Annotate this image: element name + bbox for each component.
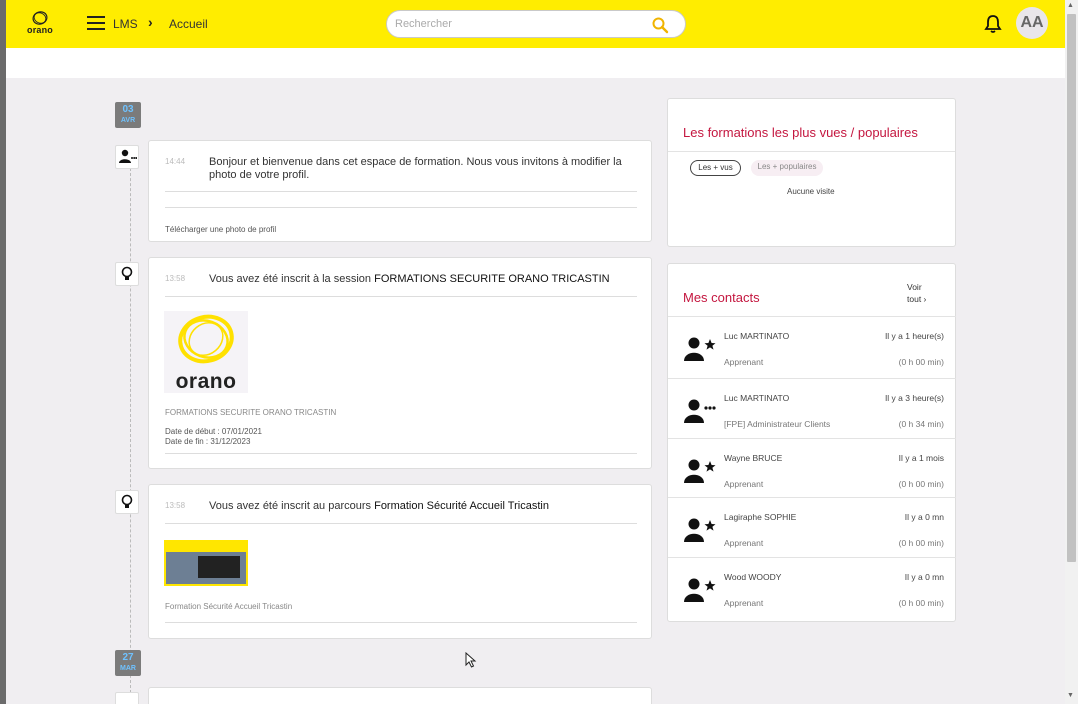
timeline-card-session: 13:58 Vous avez été inscrit à la session… (148, 257, 652, 469)
search-icon[interactable] (651, 16, 669, 34)
search-placeholder: Rechercher (395, 18, 452, 30)
contacts-panel: Mes contacts Voir tout › Luc MARTINATO I… (667, 263, 956, 622)
end-date: Date de fin : 31/12/2023 (165, 437, 251, 446)
scrollbar-thumb[interactable] (1067, 14, 1076, 562)
contact-duration: (0 h 34 min) (898, 419, 944, 429)
contact-last-seen: Il y a 0 mn (904, 572, 944, 582)
divider (165, 523, 637, 524)
timeline-card-course: 13:58 Vous avez été inscrit au parcours … (148, 484, 652, 639)
date-month: MAR (120, 665, 136, 672)
user-dots-icon (115, 145, 139, 169)
contact-last-seen: Il y a 1 heure(s) (884, 331, 944, 341)
contact-role: Apprenant (724, 598, 764, 608)
image-logo-text: orano (175, 370, 237, 393)
timeline-card-welcome: 14:44 Bonjour et bienvenue dans cet espa… (148, 140, 652, 242)
course-name[interactable]: Formation Sécurité Accueil Tricastin (374, 500, 549, 512)
contact-role: Apprenant (724, 479, 764, 489)
scroll-down-arrow-icon[interactable]: ▼ (1067, 692, 1074, 699)
contact-name: Wayne BRUCE (724, 453, 783, 463)
session-caption: FORMATIONS SECURITE ORANO TRICASTIN (165, 408, 337, 417)
timestamp: 13:58 (165, 274, 186, 283)
see-all-link[interactable]: Voir (907, 282, 922, 292)
mouse-cursor-icon (465, 652, 477, 668)
popular-title: Les formations les plus vues / populaire… (683, 125, 918, 140)
contact-name: Lagiraphe SOPHIE (724, 512, 797, 522)
popular-panel: Les formations les plus vues / populaire… (667, 98, 956, 247)
contact-duration: (0 h 00 min) (898, 538, 944, 548)
course-thumbnail[interactable] (164, 540, 248, 586)
avatar[interactable]: AA (1016, 7, 1048, 39)
session-message-prefix: Vous avez été inscrit à la session (209, 273, 375, 285)
search-input[interactable]: Rechercher (386, 10, 686, 38)
timeline-line (130, 158, 131, 698)
contact-name: Luc MARTINATO (724, 393, 790, 403)
session-image[interactable]: orano (164, 311, 248, 393)
lightbulb-icon (115, 692, 139, 704)
breadcrumb-lms[interactable]: LMS (113, 17, 138, 31)
breadcrumb-current: Accueil (169, 17, 208, 31)
tab-most-popular[interactable]: Les + populaires (751, 160, 823, 176)
session-message: Vous avez été inscrit à la session FORMA… (209, 273, 639, 286)
date-badge: 03 AVR (115, 102, 141, 128)
contact-role: Apprenant (724, 357, 764, 367)
orano-ring-icon (178, 314, 234, 364)
timestamp: 13:58 (165, 501, 186, 510)
bell-icon[interactable] (984, 14, 1002, 34)
welcome-message: Bonjour et bienvenue dans cet espace de … (209, 156, 622, 181)
contact-row[interactable]: Lagiraphe SOPHIE Il y a 0 mn Apprenant (… (668, 497, 956, 556)
session-name[interactable]: FORMATIONS SECURITE ORANO TRICASTIN (374, 273, 610, 285)
logo-text: orano (27, 25, 54, 35)
lightbulb-icon (115, 490, 139, 514)
start-date: Date de début : 07/01/2021 (165, 427, 262, 436)
sub-bar (6, 48, 1065, 78)
divider (165, 453, 637, 454)
contact-last-seen: Il y a 0 mn (904, 512, 944, 522)
course-message: Vous avez été inscrit au parcours Format… (209, 500, 639, 513)
contact-row[interactable]: Wayne BRUCE Il y a 1 mois Apprenant (0 h… (668, 438, 956, 497)
contact-role: Apprenant (724, 538, 764, 548)
date-day: 27 (122, 652, 134, 663)
thumbnail-panel (198, 556, 240, 578)
contact-name: Luc MARTINATO (724, 331, 790, 341)
user-star-icon (684, 578, 716, 602)
divider (165, 191, 637, 192)
empty-state: Aucune visite (787, 187, 835, 196)
lightbulb-icon (115, 262, 139, 286)
user-star-icon (684, 459, 716, 483)
top-bar: orano LMS › Accueil Rechercher AA (6, 0, 1065, 48)
contact-duration: (0 h 00 min) (898, 479, 944, 489)
course-message-prefix: Vous avez été inscrit au parcours (209, 500, 375, 512)
scroll-up-arrow-icon[interactable]: ▲ (1067, 2, 1074, 9)
contact-row[interactable]: Wood WOODY Il y a 0 mn Apprenant (0 h 00… (668, 557, 956, 616)
contact-last-seen: Il y a 3 heure(s) (884, 393, 944, 403)
contact-duration: (0 h 00 min) (898, 357, 944, 367)
date-day: 03 (122, 104, 134, 115)
course-caption: Formation Sécurité Accueil Tricastin (165, 602, 293, 611)
date-month: AVR (120, 117, 136, 124)
divider (165, 207, 637, 208)
contacts-title: Mes contacts (683, 290, 760, 305)
timestamp: 14:44 (165, 157, 186, 166)
upload-photo-link[interactable]: Télécharger une photo de profil (165, 225, 276, 234)
tab-most-viewed[interactable]: Les + vus (690, 160, 741, 176)
contact-name: Wood WOODY (724, 572, 782, 582)
divider (668, 151, 955, 152)
user-dots-icon (684, 399, 716, 423)
divider (165, 622, 637, 623)
contact-row[interactable]: Luc MARTINATO Il y a 3 heure(s) [FPE] Ad… (668, 378, 956, 437)
contact-row[interactable]: Luc MARTINATO Il y a 1 heure(s) Apprenan… (668, 316, 956, 375)
menu-icon[interactable] (87, 16, 105, 30)
timeline-card-partial (148, 687, 652, 704)
chevron-right-icon: › (148, 14, 153, 30)
contact-role: [FPE] Administrateur Clients (724, 419, 831, 429)
date-badge: 27 MAR (115, 650, 141, 676)
contact-last-seen: Il y a 1 mois (898, 453, 944, 463)
divider (165, 296, 637, 297)
user-star-icon (684, 518, 716, 542)
user-star-icon (684, 337, 716, 361)
contact-duration: (0 h 00 min) (898, 598, 944, 608)
see-all-link-arrow[interactable]: tout › (907, 294, 926, 304)
page: orano LMS › Accueil Rechercher AA 03 AVR (6, 0, 1065, 704)
